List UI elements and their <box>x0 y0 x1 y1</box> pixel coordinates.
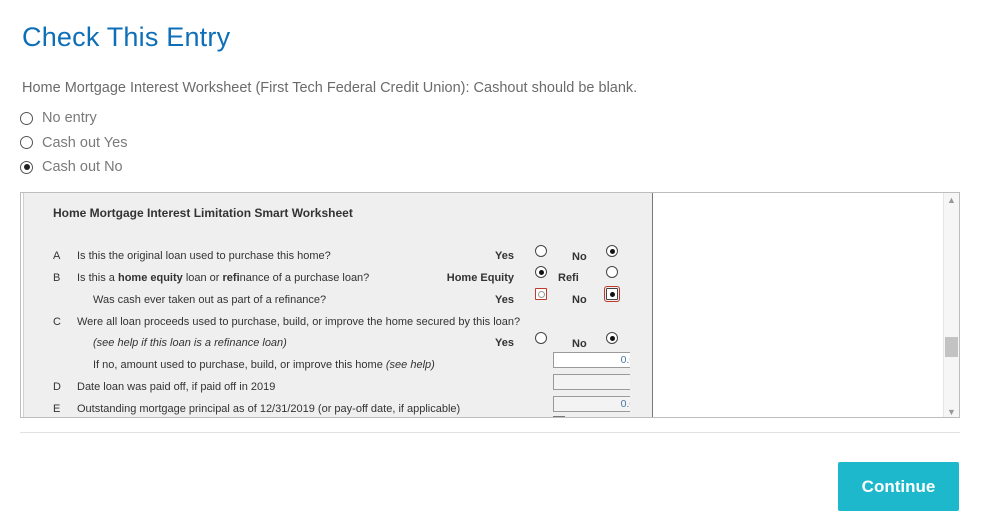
question-bold-text: refi <box>222 272 240 284</box>
row-letter: B <box>53 272 61 284</box>
worksheet-panel: Home Mortgage Interest Limitation Smart … <box>23 193 645 417</box>
continue-button[interactable]: Continue <box>838 462 959 511</box>
row-b-home-equity-radio[interactable] <box>535 266 547 278</box>
answer-refi-label: Refi <box>558 272 579 284</box>
worksheet-frame: Home Mortgage Interest Limitation Smart … <box>20 192 960 418</box>
row-question: Date loan was paid off, if paid off in 2… <box>77 381 276 393</box>
radio-icon[interactable] <box>20 136 33 150</box>
row-letter: C <box>53 316 61 328</box>
question-text: If no, amount used to purchase, build, o… <box>93 359 386 371</box>
row-b-refi-radio[interactable] <box>606 266 618 278</box>
row-b2-yes-radio-error[interactable] <box>535 288 547 300</box>
worksheet-scrollbar[interactable]: ▲ ▼ <box>943 193 959 417</box>
cashout-options: No entry Cash out Yes Cash out No <box>20 106 127 180</box>
question-text: loan or <box>182 272 223 284</box>
row-question: Is this a home equity loan or refinance … <box>77 272 369 284</box>
row-b2-no-radio-error[interactable] <box>604 286 620 302</box>
answer-home-equity-label: Home Equity <box>446 272 514 284</box>
option-label: Cash out Yes <box>42 134 128 151</box>
scroll-up-icon[interactable]: ▲ <box>944 193 959 207</box>
row-a-yes-radio[interactable] <box>535 245 547 257</box>
row-c-no-radio[interactable] <box>606 332 618 344</box>
row-question: Is this the original loan used to purcha… <box>77 250 331 262</box>
worksheet-title: Home Mortgage Interest Limitation Smart … <box>53 206 353 220</box>
option-cash-out-yes[interactable]: Cash out Yes <box>20 131 127 156</box>
radio-selected-icon[interactable] <box>20 160 33 174</box>
error-message: Home Mortgage Interest Worksheet (First … <box>22 80 638 96</box>
option-label: No entry <box>42 110 97 127</box>
divider <box>20 432 960 433</box>
see-help-link[interactable]: (see help) <box>386 359 435 371</box>
scroll-down-icon[interactable]: ▼ <box>944 405 959 417</box>
question-text: nance of a purchase loan? <box>239 272 370 284</box>
radio-icon[interactable] <box>20 111 33 125</box>
option-cash-out-no[interactable]: Cash out No <box>20 155 127 180</box>
row-letter: A <box>53 250 61 262</box>
row-question: (see help if this loan is a refinance lo… <box>93 337 287 349</box>
answer-no-label: No <box>572 294 587 306</box>
question-bold-text: home equity <box>117 272 183 284</box>
row-a-no-radio[interactable] <box>606 245 618 257</box>
worksheet-side-pane <box>653 193 945 417</box>
row-question: Were all loan proceeds used to purchase,… <box>77 316 521 328</box>
row-letter: D <box>53 381 61 393</box>
page-title: Check This Entry <box>22 22 231 52</box>
answer-yes-label: Yes <box>495 294 514 306</box>
answer-no-label: No <box>572 251 587 263</box>
row-question: Outstanding mortgage principal as of 12/… <box>77 403 461 415</box>
row-question: If no, amount used to purchase, build, o… <box>93 359 435 371</box>
answer-no-label: No <box>572 338 587 350</box>
worksheet-column-divider <box>630 193 653 417</box>
row-c-yes-radio[interactable] <box>535 332 547 344</box>
row-question: Was cash ever taken out as part of a ref… <box>93 294 327 306</box>
next-field-partial <box>553 416 565 417</box>
answer-yes-label: Yes <box>495 337 514 349</box>
option-no-entry[interactable]: No entry <box>20 106 127 131</box>
option-label: Cash out No <box>42 159 123 176</box>
question-text: Is this a <box>77 272 118 284</box>
check-entry-page: Check This Entry Home Mortgage Interest … <box>0 0 999 532</box>
row-letter: E <box>53 403 61 415</box>
scroll-thumb[interactable] <box>945 337 958 357</box>
answer-yes-label: Yes <box>495 250 514 262</box>
